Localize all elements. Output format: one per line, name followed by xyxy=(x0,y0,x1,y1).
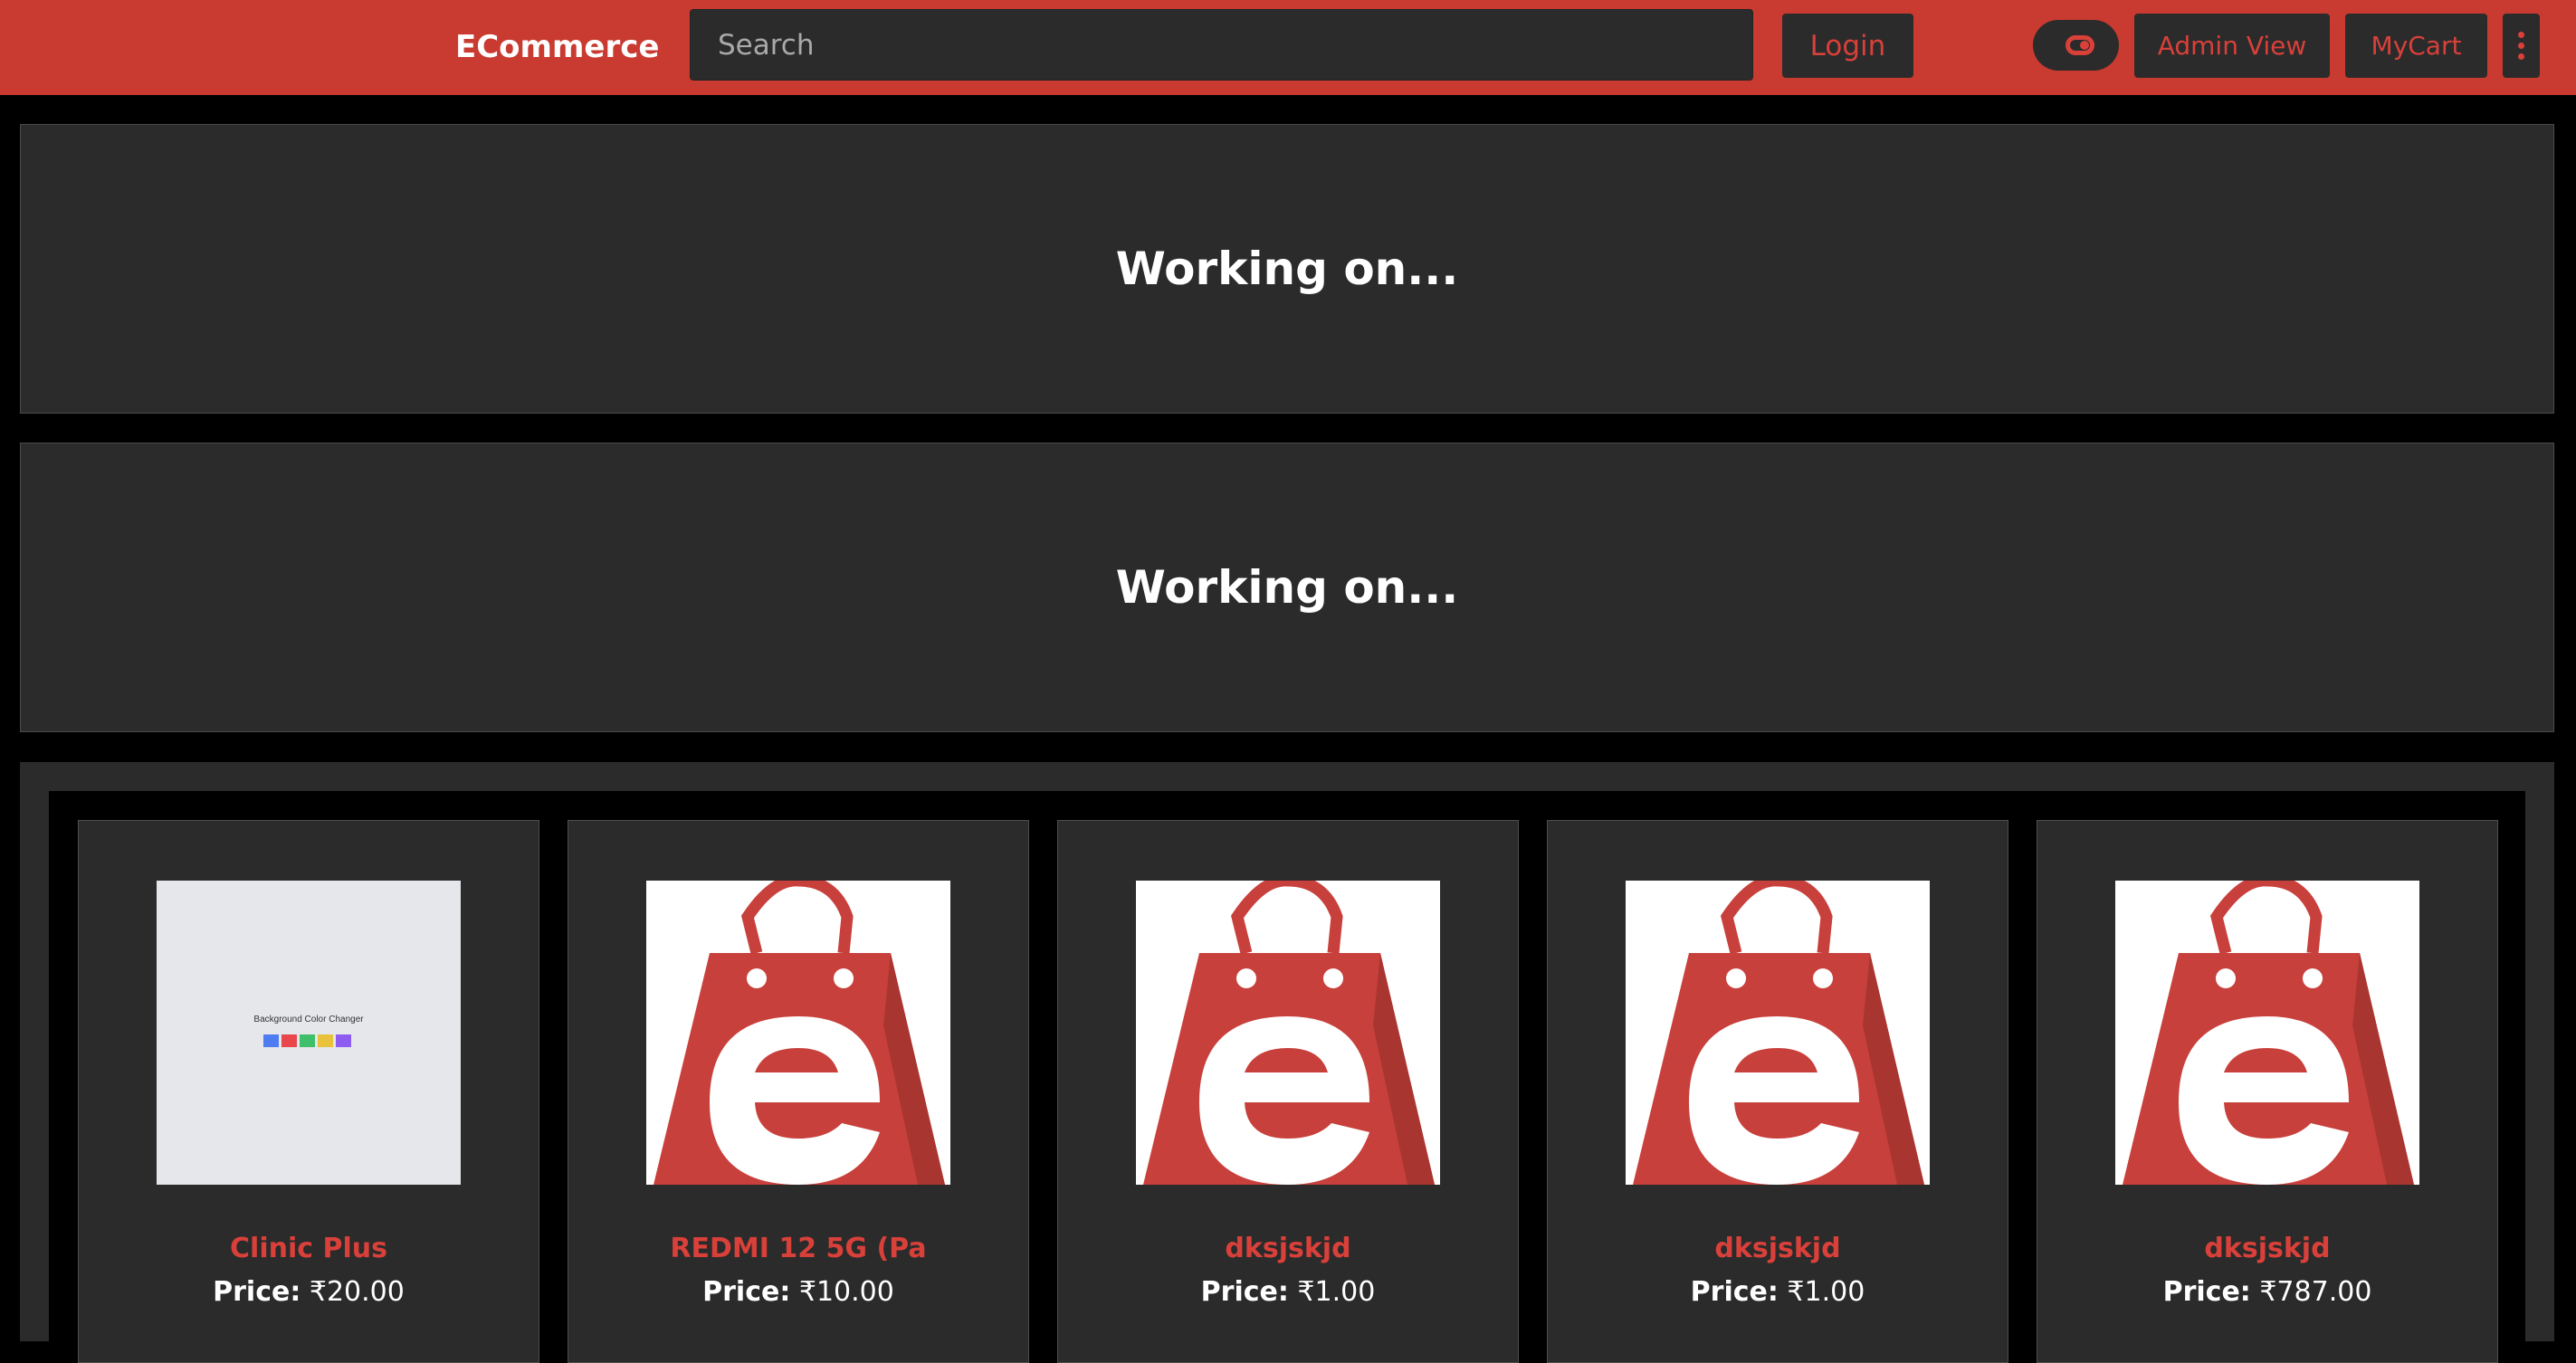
ecommerce-bag-logo-icon xyxy=(1143,881,1435,1185)
ecommerce-bag-logo-icon xyxy=(654,881,945,1185)
product-name[interactable]: REDMI 12 5G (Pa xyxy=(568,1233,1028,1264)
product-name[interactable]: dksjskjd xyxy=(1548,1233,2008,1264)
banner-text: Working on... xyxy=(1115,561,1459,614)
product-price: Price: ₹787.00 xyxy=(2037,1276,2497,1308)
ecommerce-bag-logo-icon xyxy=(1633,881,1924,1185)
product-price: Price: ₹1.00 xyxy=(1548,1276,2008,1308)
product-image[interactable] xyxy=(1626,881,1930,1185)
price-label: Price: xyxy=(2162,1276,2251,1308)
price-label: Price: xyxy=(702,1276,791,1308)
top-navbar: ECommerce Login Admin View MyCart xyxy=(0,0,2576,95)
product-card[interactable]: dksjskjd Price: ₹787.00 xyxy=(2037,820,2498,1363)
banner-text: Working on... xyxy=(1115,243,1459,295)
product-card[interactable]: dksjskjd Price: ₹1.00 xyxy=(1057,820,1519,1363)
product-price: Price: ₹10.00 xyxy=(568,1276,1028,1308)
product-card[interactable]: dksjskjd Price: ₹1.00 xyxy=(1547,820,2008,1363)
toggle-icon xyxy=(2066,35,2094,55)
product-image[interactable] xyxy=(646,881,950,1185)
price-value: ₹1.00 xyxy=(1787,1276,1865,1308)
product-image[interactable]: Background Color Changer xyxy=(157,881,461,1185)
theme-toggle[interactable] xyxy=(2033,20,2119,71)
ecommerce-bag-logo-icon xyxy=(2123,881,2414,1185)
price-value: ₹1.00 xyxy=(1297,1276,1376,1308)
price-label: Price: xyxy=(213,1276,301,1308)
product-card[interactable]: REDMI 12 5G (Pa Price: ₹10.00 xyxy=(568,820,1029,1363)
product-grid: Background Color Changer Clinic Plus Pri… xyxy=(49,791,2525,1363)
product-name[interactable]: Clinic Plus xyxy=(79,1233,539,1264)
product-image[interactable] xyxy=(1136,881,1440,1185)
brand-logo[interactable]: ECommerce xyxy=(455,23,659,71)
kebab-menu-icon xyxy=(2518,32,2524,60)
banner-panel: Working on... xyxy=(20,443,2554,732)
my-cart-button[interactable]: MyCart xyxy=(2345,14,2487,78)
image-caption: Background Color Changer xyxy=(253,1015,364,1025)
product-name[interactable]: dksjskjd xyxy=(2037,1233,2497,1264)
price-value: ₹787.00 xyxy=(2259,1276,2372,1308)
products-section: Background Color Changer Clinic Plus Pri… xyxy=(20,762,2554,1363)
product-price: Price: ₹1.00 xyxy=(1058,1276,1518,1308)
product-price: Price: ₹20.00 xyxy=(79,1276,539,1308)
banner-panel: Working on... xyxy=(20,124,2554,414)
more-menu-button[interactable] xyxy=(2503,14,2540,78)
search-input[interactable] xyxy=(690,9,1753,81)
product-image[interactable] xyxy=(2115,881,2419,1185)
price-value: ₹10.00 xyxy=(798,1276,894,1308)
product-name[interactable]: dksjskjd xyxy=(1058,1233,1518,1264)
price-value: ₹20.00 xyxy=(309,1276,405,1308)
login-button[interactable]: Login xyxy=(1782,14,1913,78)
product-card[interactable]: Background Color Changer Clinic Plus Pri… xyxy=(78,820,539,1363)
admin-view-button[interactable]: Admin View xyxy=(2134,14,2330,78)
color-swatches xyxy=(263,1034,351,1047)
price-label: Price: xyxy=(1200,1276,1289,1308)
price-label: Price: xyxy=(1690,1276,1779,1308)
